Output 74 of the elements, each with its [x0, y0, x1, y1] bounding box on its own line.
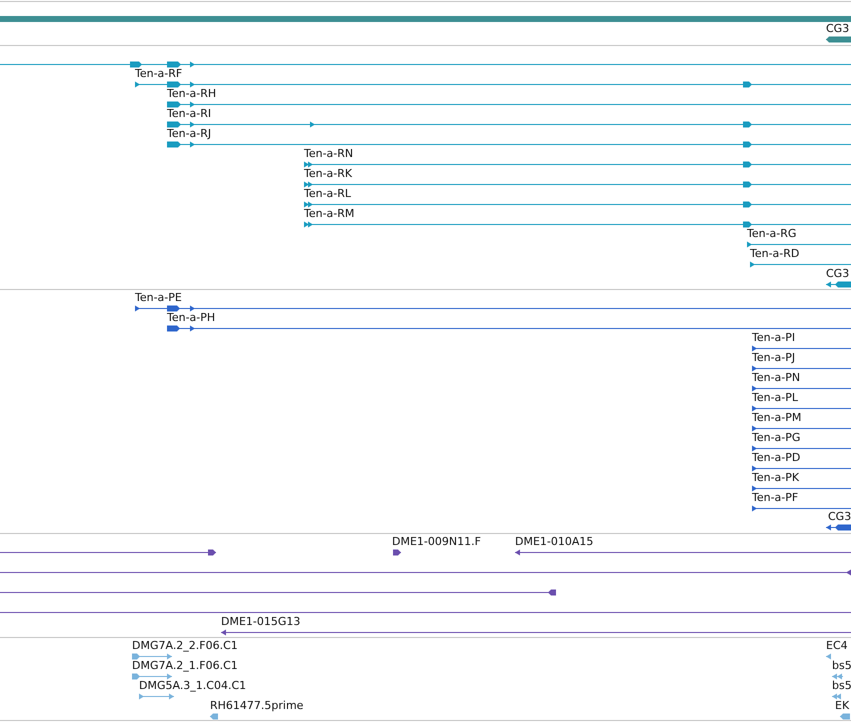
- feature-label: Ten-a-PH: [167, 311, 216, 324]
- feature-label: RH61477.5prime: [210, 699, 304, 712]
- est-feature[interactable]: [210, 714, 218, 720]
- feature-label: Ten-a-PE: [135, 291, 182, 304]
- feature-label: bs5: [832, 659, 851, 672]
- feature-label: CG3: [826, 22, 850, 35]
- protein-feature[interactable]: [166, 326, 851, 332]
- clone-feature[interactable]: [0, 590, 556, 596]
- est-feature[interactable]: [132, 674, 172, 680]
- feature-label: Ten-a-PD: [752, 451, 800, 464]
- clone-feature[interactable]: [392, 550, 402, 556]
- protein-feature[interactable]: [826, 524, 851, 530]
- feature-label: Ten-a-PG: [752, 431, 800, 444]
- feature-label: Ten-a-RD: [750, 247, 800, 260]
- transcript-feature[interactable]: [0, 62, 851, 68]
- transcript-feature[interactable]: [304, 162, 851, 168]
- feature-label: CG3: [826, 267, 850, 280]
- feature-label: Ten-a-RK: [304, 167, 352, 180]
- est-feature[interactable]: [132, 654, 172, 660]
- protein-feature[interactable]: [752, 386, 851, 392]
- clone-feature[interactable]: [0, 550, 216, 556]
- feature-label: DME1-009N11.F: [392, 535, 481, 548]
- clone-feature[interactable]: [220, 630, 851, 636]
- feature-label: Ten-a-PL: [752, 391, 798, 404]
- clone-feature[interactable]: [0, 570, 851, 576]
- est-feature[interactable]: [832, 694, 842, 700]
- feature-label: Ten-a-RM: [304, 207, 354, 220]
- feature-label: EK: [835, 699, 850, 712]
- feature-label: DMG5A.3_1.C04.C1: [139, 679, 246, 692]
- feature-label: Ten-a-RN: [304, 147, 354, 160]
- transcript-feature[interactable]: [304, 202, 851, 208]
- feature-label: bs5: [832, 679, 851, 692]
- feature-label: Ten-a-PF: [752, 491, 798, 504]
- transcript-feature[interactable]: [746, 242, 851, 248]
- transcript-feature[interactable]: [166, 142, 851, 148]
- transcript-feature[interactable]: [304, 222, 851, 228]
- transcript-feature[interactable]: [304, 182, 851, 188]
- feature-label: EC4: [826, 639, 848, 652]
- protein-feature[interactable]: [752, 486, 851, 492]
- feature-label: Ten-a-PI: [752, 331, 796, 344]
- feature-label: Ten-a-PM: [752, 411, 802, 424]
- transcript-feature[interactable]: [826, 282, 851, 288]
- protein-feature[interactable]: [752, 466, 851, 472]
- protein-feature[interactable]: [752, 366, 851, 372]
- feature-label: DMG7A.2_2.F06.C1: [132, 639, 238, 652]
- feature-label: Ten-a-RI: [167, 107, 212, 120]
- feature-label: Ten-a-PN: [752, 371, 800, 384]
- transcript-feature[interactable]: [750, 262, 851, 268]
- est-feature[interactable]: [840, 714, 850, 720]
- feature-label: Ten-a-RF: [135, 67, 182, 80]
- protein-feature[interactable]: [752, 446, 851, 452]
- protein-feature[interactable]: [752, 346, 851, 352]
- protein-feature[interactable]: [752, 426, 851, 432]
- feature-label: Ten-a-RH: [167, 87, 216, 100]
- protein-feature[interactable]: [752, 506, 851, 512]
- protein-feature[interactable]: [134, 306, 851, 312]
- feature-label: Ten-a-RJ: [167, 127, 212, 140]
- feature-label: DME1-015G13: [221, 615, 300, 628]
- feature-label: DME1-010A15: [515, 535, 594, 548]
- feature-label: Ten-a-RL: [304, 187, 352, 200]
- feature-label: Ten-a-RG: [747, 227, 796, 240]
- est-feature[interactable]: [138, 694, 174, 700]
- transcript-feature[interactable]: [166, 122, 851, 128]
- protein-feature[interactable]: [752, 406, 851, 412]
- transcript-feature[interactable]: [134, 82, 851, 88]
- feature-label: Ten-a-PJ: [752, 351, 796, 364]
- feature-label: Ten-a-PK: [752, 471, 800, 484]
- clone-feature[interactable]: [514, 550, 851, 556]
- est-feature[interactable]: [826, 654, 832, 660]
- gene-feature[interactable]: [826, 36, 851, 42]
- est-feature[interactable]: [832, 674, 844, 680]
- feature-label: CG3: [828, 510, 851, 523]
- transcript-feature[interactable]: [166, 102, 851, 108]
- feature-label: DMG7A.2_1.F06.C1: [132, 659, 238, 672]
